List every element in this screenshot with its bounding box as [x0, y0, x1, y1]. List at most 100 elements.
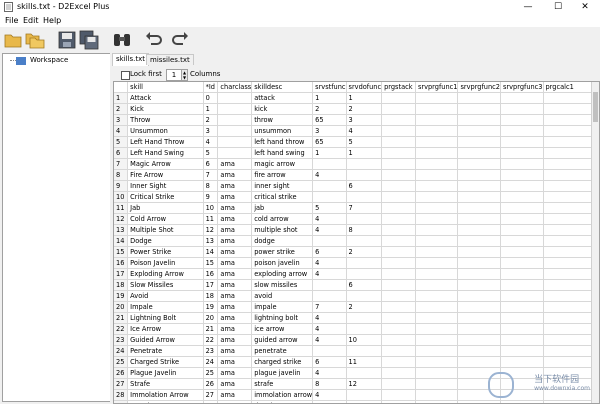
grid-cell[interactable]: Penetrate	[128, 346, 203, 357]
grid-cell[interactable]	[346, 291, 382, 302]
grid-cell[interactable]	[415, 104, 458, 115]
grid-cell[interactable]: Critical Strike	[128, 192, 203, 203]
row-number[interactable]: 5	[114, 137, 128, 148]
grid-cell[interactable]: 0	[203, 93, 218, 104]
grid-cell[interactable]: ama	[218, 214, 252, 225]
grid-cell[interactable]	[415, 115, 458, 126]
grid-cell[interactable]: Left Hand Throw	[128, 137, 203, 148]
grid-cell[interactable]	[415, 225, 458, 236]
grid-cell[interactable]	[313, 401, 346, 404]
grid-cell[interactable]: 65	[313, 115, 346, 126]
grid-cell[interactable]: 4	[313, 214, 346, 225]
open-folder-icon[interactable]	[3, 30, 23, 50]
grid-cell[interactable]	[458, 346, 501, 357]
close-button[interactable]: ✕	[570, 0, 600, 14]
grid-cell[interactable]: Dodge	[128, 236, 203, 247]
grid-cell[interactable]	[382, 302, 416, 313]
grid-cell[interactable]: 4	[203, 137, 218, 148]
grid-cell[interactable]	[458, 302, 501, 313]
grid-cell[interactable]: Guided Arrow	[128, 335, 203, 346]
grid-cell[interactable]: 4	[313, 390, 346, 401]
grid-cell[interactable]	[313, 280, 346, 291]
grid-cell[interactable]	[458, 291, 501, 302]
find-binoculars-icon[interactable]	[112, 30, 132, 50]
grid-cell[interactable]: slow missiles	[252, 280, 313, 291]
grid-cell[interactable]: ama	[218, 159, 252, 170]
row-number[interactable]: 26	[114, 368, 128, 379]
grid-cell[interactable]	[415, 346, 458, 357]
grid-cell[interactable]: impale	[252, 302, 313, 313]
grid-cell[interactable]: Strafe	[128, 379, 203, 390]
grid-cell[interactable]: Unsummon	[128, 126, 203, 137]
grid-cell[interactable]: ama	[218, 192, 252, 203]
grid-cell[interactable]: immolation arrow	[252, 390, 313, 401]
grid-cell[interactable]: 2	[346, 104, 382, 115]
row-number[interactable]: 21	[114, 313, 128, 324]
maximize-button[interactable]: ☐	[543, 0, 573, 14]
grid-cell[interactable]	[382, 192, 416, 203]
grid-cell[interactable]: 1	[313, 148, 346, 159]
grid-cell[interactable]: power strike	[252, 247, 313, 258]
grid-cell[interactable]: Slow Missiles	[128, 280, 203, 291]
grid-cell[interactable]	[382, 291, 416, 302]
grid-cell[interactable]	[218, 126, 252, 137]
grid-cell[interactable]: ama	[218, 346, 252, 357]
grid-cell[interactable]: ama	[218, 368, 252, 379]
grid-cell[interactable]: 26	[203, 379, 218, 390]
row-number[interactable]: 19	[114, 291, 128, 302]
row-number[interactable]: 14	[114, 236, 128, 247]
grid-cell[interactable]	[313, 192, 346, 203]
grid-cell[interactable]: Attack	[128, 93, 203, 104]
row-number[interactable]: 16	[114, 258, 128, 269]
grid-cell[interactable]	[346, 258, 382, 269]
grid-cell[interactable]: ama	[218, 203, 252, 214]
grid-cell[interactable]: 10	[203, 203, 218, 214]
grid-cell[interactable]: strafe	[252, 379, 313, 390]
grid-cell[interactable]	[458, 159, 501, 170]
grid-cell[interactable]: Power Strike	[128, 247, 203, 258]
grid-cell[interactable]: 5	[203, 148, 218, 159]
grid-cell[interactable]: 24	[203, 357, 218, 368]
grid-cell[interactable]	[415, 214, 458, 225]
grid-cell[interactable]: Avoid	[128, 291, 203, 302]
grid-cell[interactable]	[382, 181, 416, 192]
grid-cell[interactable]: 9	[203, 192, 218, 203]
grid-cell[interactable]	[415, 379, 458, 390]
grid-cell[interactable]: 5	[313, 203, 346, 214]
grid-cell[interactable]	[500, 302, 543, 313]
grid-cell[interactable]	[415, 192, 458, 203]
grid-cell[interactable]	[382, 203, 416, 214]
grid-cell[interactable]: 6	[346, 181, 382, 192]
grid-cell[interactable]: Fire Arrow	[128, 170, 203, 181]
grid-cell[interactable]: ama	[218, 225, 252, 236]
grid-cell[interactable]: 65	[313, 137, 346, 148]
grid-cell[interactable]: 20	[203, 313, 218, 324]
grid-cell[interactable]	[382, 269, 416, 280]
grid-cell[interactable]: 11	[203, 214, 218, 225]
column-header[interactable]: srvprgfunc1	[415, 82, 458, 93]
grid-cell[interactable]: 4	[313, 335, 346, 346]
grid-cell[interactable]: 2	[346, 302, 382, 313]
grid-cell[interactable]	[382, 104, 416, 115]
grid-cell[interactable]: inner sight	[252, 181, 313, 192]
grid-cell[interactable]	[346, 313, 382, 324]
grid-cell[interactable]: 4	[313, 368, 346, 379]
grid-cell[interactable]: Magic Arrow	[128, 159, 203, 170]
grid-cell[interactable]	[500, 280, 543, 291]
grid-cell[interactable]	[500, 357, 543, 368]
grid-cell[interactable]: 1	[313, 93, 346, 104]
grid-cell[interactable]: 19	[203, 302, 218, 313]
grid-cell[interactable]: 14	[203, 247, 218, 258]
grid-cell[interactable]	[346, 324, 382, 335]
grid-cell[interactable]	[458, 148, 501, 159]
row-number[interactable]: 11	[114, 203, 128, 214]
undo-icon[interactable]	[144, 30, 164, 50]
tab-skills[interactable]: skills.txt	[112, 53, 149, 66]
grid-cell[interactable]	[218, 104, 252, 115]
column-header[interactable]: prgstack	[382, 82, 416, 93]
row-number[interactable]: 8	[114, 170, 128, 181]
grid-cell[interactable]: attack	[252, 93, 313, 104]
grid-cell[interactable]: Left Hand Swing	[128, 148, 203, 159]
row-number[interactable]: 18	[114, 280, 128, 291]
grid-cell[interactable]	[346, 368, 382, 379]
